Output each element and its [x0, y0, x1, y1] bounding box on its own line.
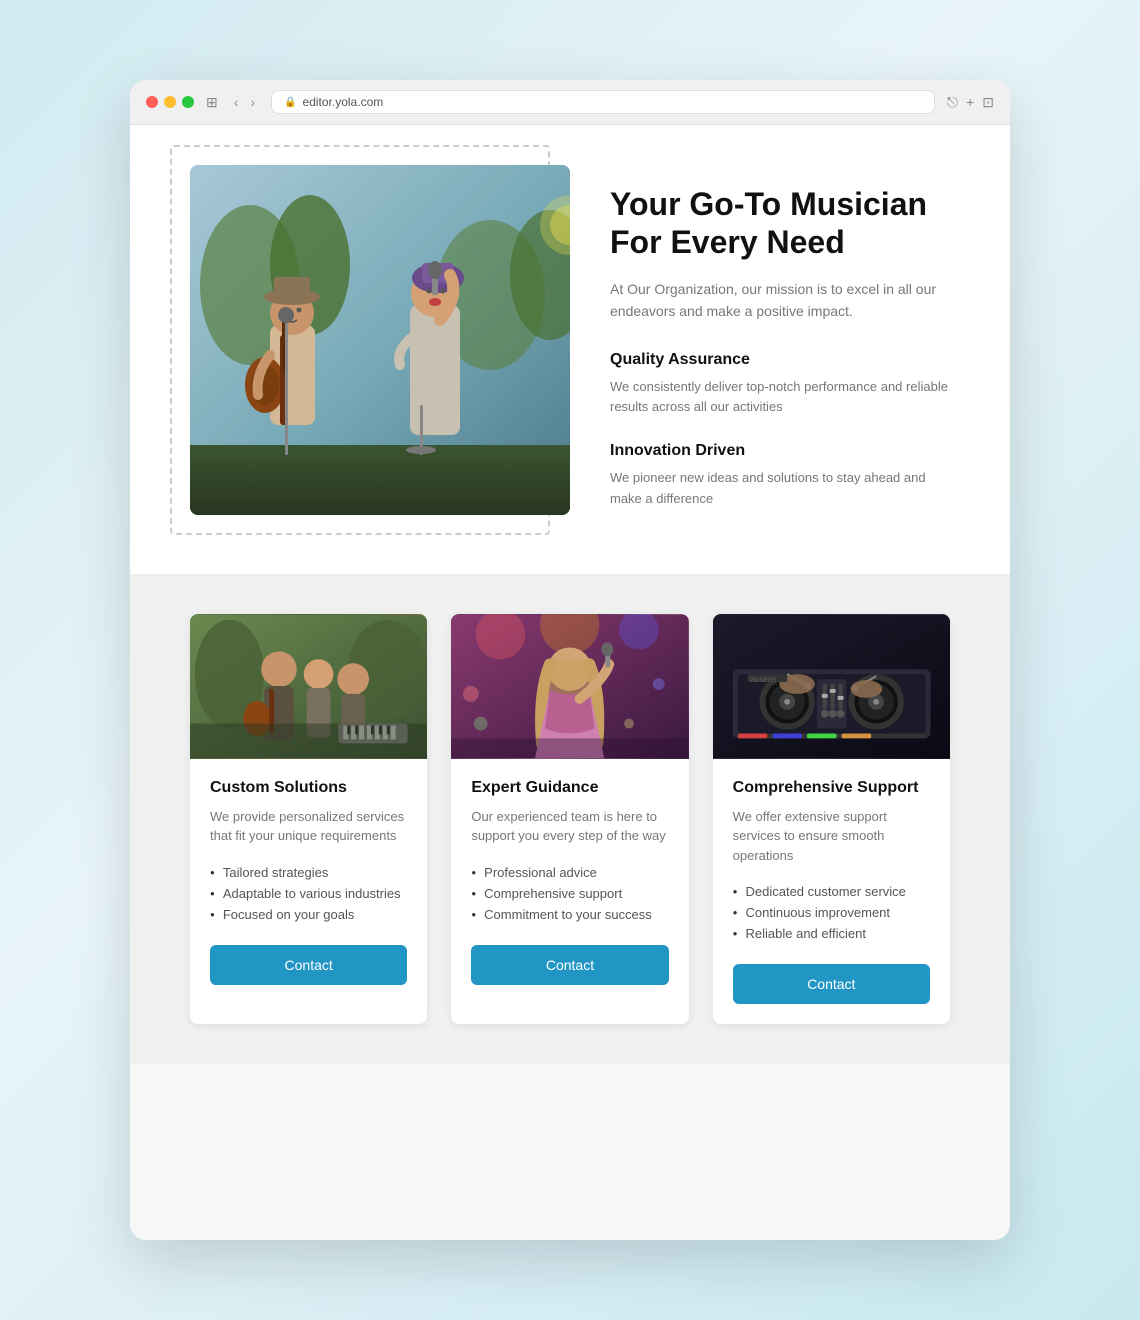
card2-singer-svg: [451, 614, 688, 759]
cards-grid: Custom Solutions We provide personalized…: [190, 614, 950, 1025]
card2-body: Expert Guidance Our experienced team is …: [451, 759, 688, 1005]
card2-list: Professional advice Comprehensive suppor…: [471, 862, 668, 925]
hero-musicians-svg: [190, 165, 570, 515]
svg-text:PIONEER: PIONEER: [749, 678, 776, 684]
browser-window: ⊞ ‹ › 🔒 editor.yola.com ⎋ + ⊡: [130, 80, 1010, 1240]
hero-image: [190, 165, 570, 515]
hero-subtitle: At Our Organization, our mission is to e…: [610, 278, 950, 323]
list-item: Dedicated customer service: [733, 881, 930, 902]
list-item: Tailored strategies: [210, 862, 407, 883]
forward-button[interactable]: ›: [246, 92, 259, 112]
card-expert-guidance: Expert Guidance Our experienced team is …: [451, 614, 688, 1025]
nav-arrows: ‹ ›: [230, 92, 259, 112]
traffic-lights: [146, 96, 194, 108]
card2-description: Our experienced team is here to support …: [471, 807, 668, 846]
hero-title: Your Go-To Musician For Every Need: [610, 185, 950, 262]
feature2-text: We pioneer new ideas and solutions to st…: [610, 468, 950, 510]
card2-title: Expert Guidance: [471, 779, 668, 797]
card1-description: We provide personalized services that fi…: [210, 807, 407, 846]
card3-list: Dedicated customer service Continuous im…: [733, 881, 930, 944]
card3-dj-svg: PIONEER: [713, 614, 950, 759]
card1-list: Tailored strategies Adaptable to various…: [210, 862, 407, 925]
maximize-button[interactable]: [182, 96, 194, 108]
list-item: Focused on your goals: [210, 904, 407, 925]
add-tab-icon[interactable]: +: [966, 94, 974, 111]
list-item: Adaptable to various industries: [210, 883, 407, 904]
address-bar[interactable]: 🔒 editor.yola.com: [271, 90, 935, 114]
card1-title: Custom Solutions: [210, 779, 407, 797]
list-item: Continuous improvement: [733, 902, 930, 923]
feature2-title: Innovation Driven: [610, 442, 950, 460]
hero-section: Your Go-To Musician For Every Need At Ou…: [130, 125, 1010, 574]
close-button[interactable]: [146, 96, 158, 108]
card-image-3: PIONEER: [713, 614, 950, 759]
card-custom-solutions: Custom Solutions We provide personalized…: [190, 614, 427, 1025]
card-image-1: [190, 614, 427, 759]
card1-musicians-svg: [190, 614, 427, 759]
card1-contact-button[interactable]: Contact: [210, 945, 407, 985]
card3-description: We offer extensive support services to e…: [733, 807, 930, 866]
card3-contact-button[interactable]: Contact: [733, 964, 930, 1004]
card2-contact-button[interactable]: Contact: [471, 945, 668, 985]
lock-icon: 🔒: [284, 97, 296, 108]
browser-content: Your Go-To Musician For Every Need At Ou…: [130, 125, 1010, 1240]
url-text: editor.yola.com: [303, 95, 384, 109]
list-item: Professional advice: [471, 862, 668, 883]
card3-body: Comprehensive Support We offer extensive…: [713, 759, 950, 1025]
list-item: Reliable and efficient: [733, 923, 930, 944]
list-item: Commitment to your success: [471, 904, 668, 925]
minimize-button[interactable]: [164, 96, 176, 108]
card1-body: Custom Solutions We provide personalized…: [190, 759, 427, 1005]
hero-image-wrapper: [190, 165, 570, 515]
card-comprehensive-support: PIONEER Comprehensive Support We offer e…: [713, 614, 950, 1025]
share-icon[interactable]: ⎋: [947, 94, 958, 111]
card-image-2: [451, 614, 688, 759]
feature1-title: Quality Assurance: [610, 351, 950, 369]
back-button[interactable]: ‹: [230, 92, 243, 112]
browser-chrome: ⊞ ‹ › 🔒 editor.yola.com ⎋ + ⊡: [130, 80, 1010, 125]
card3-title: Comprehensive Support: [733, 779, 930, 797]
tab-icon: ⊞: [206, 94, 218, 111]
list-item: Comprehensive support: [471, 883, 668, 904]
cards-section: Custom Solutions We provide personalized…: [130, 574, 1010, 1065]
browser-actions: ⎋ + ⊡: [947, 94, 994, 111]
feature1-text: We consistently deliver top-notch perfor…: [610, 377, 950, 419]
hero-text: Your Go-To Musician For Every Need At Ou…: [610, 165, 950, 534]
extensions-icon[interactable]: ⊡: [982, 94, 994, 111]
